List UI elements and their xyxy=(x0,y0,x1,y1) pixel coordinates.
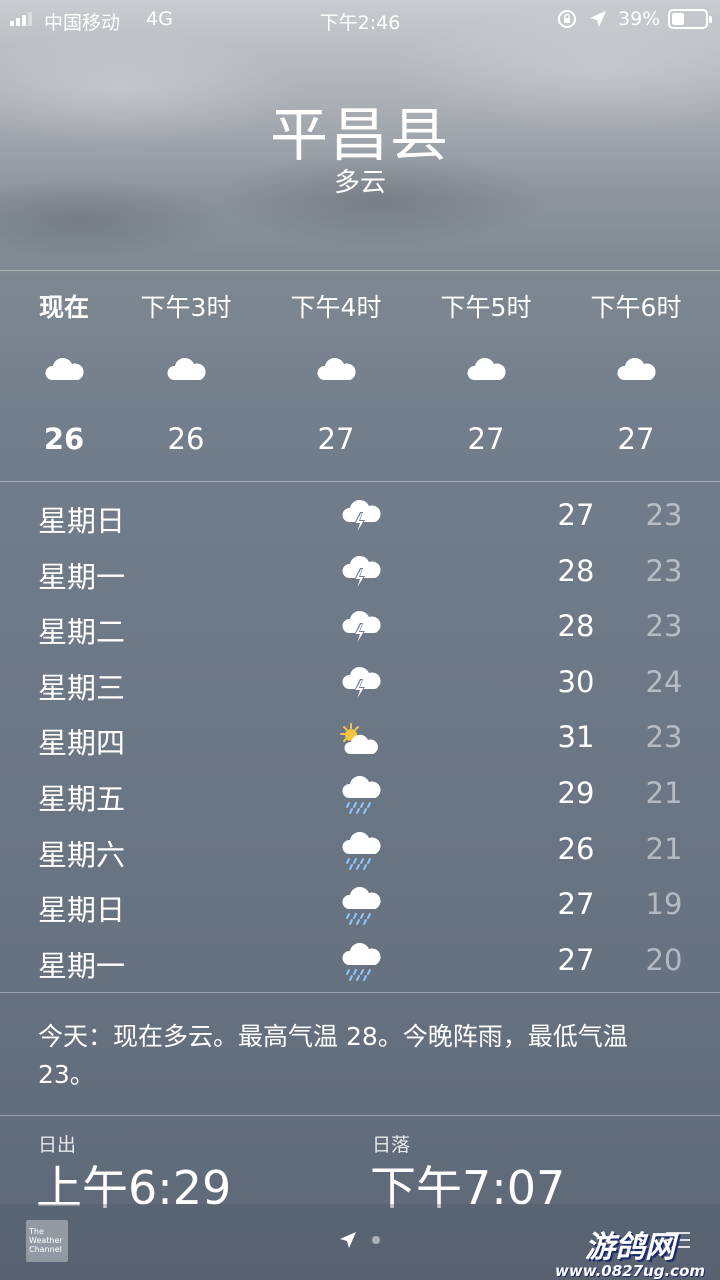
high-temperature: 30 xyxy=(557,665,595,699)
weather-channel-logo[interactable]: The Weather Channel xyxy=(26,1220,68,1262)
high-temperature: 28 xyxy=(557,609,595,643)
watermark-title: 游鸽网 xyxy=(585,1230,675,1265)
day-name: 星期六 xyxy=(38,838,126,872)
day-name: 星期二 xyxy=(38,615,126,649)
low-temperature: 19 xyxy=(645,887,683,921)
status-bar: 中国移动 4G 下午2:46 39% xyxy=(0,0,720,40)
high-temperature: 27 xyxy=(557,498,595,532)
low-temperature: 23 xyxy=(645,609,683,643)
low-temperature: 24 xyxy=(645,665,683,699)
low-temperature: 21 xyxy=(645,776,683,810)
battery-percent: 39% xyxy=(618,8,661,30)
hourly-temperature: 27 xyxy=(617,422,655,456)
page-indicator-dot[interactable] xyxy=(372,1236,380,1244)
divider xyxy=(0,1115,720,1116)
low-temperature: 23 xyxy=(645,554,683,588)
day-name: 星期四 xyxy=(38,726,126,760)
current-condition: 多云 xyxy=(333,168,386,198)
site-watermark: 游鸽网 www.0827ug.com xyxy=(540,1222,720,1280)
high-temperature: 31 xyxy=(557,720,595,754)
high-temperature: 28 xyxy=(557,554,595,588)
battery-fill xyxy=(672,13,684,25)
thunderstorm-icon xyxy=(336,498,384,538)
low-temperature: 20 xyxy=(645,943,683,977)
hourly-temperature: 27 xyxy=(467,422,505,456)
cloud-icon xyxy=(616,354,656,384)
day-name: 星期三 xyxy=(38,671,126,705)
divider xyxy=(0,481,720,482)
high-temperature: 27 xyxy=(557,887,595,921)
hourly-time-label: 下午4时 xyxy=(290,293,382,322)
day-name: 星期日 xyxy=(38,893,126,927)
hourly-temperature: 26 xyxy=(167,422,205,456)
low-temperature: 21 xyxy=(645,832,683,866)
city-name: 平昌县 xyxy=(269,101,450,169)
high-temperature: 26 xyxy=(557,832,595,866)
thunderstorm-icon xyxy=(336,609,384,649)
day-name: 星期一 xyxy=(38,949,126,983)
cloud-icon xyxy=(316,354,356,384)
location-services-icon xyxy=(590,11,606,27)
hourly-time-label: 下午6时 xyxy=(590,293,682,322)
thunderstorm-icon xyxy=(336,554,384,594)
cloud-icon xyxy=(466,354,506,384)
hourly-temperature: 26 xyxy=(43,422,85,456)
status-time: 下午2:46 xyxy=(319,12,401,34)
rain-icon xyxy=(336,942,384,983)
cloud-icon xyxy=(166,354,206,384)
partly-sunny-icon xyxy=(336,720,384,760)
rain-icon xyxy=(336,831,384,872)
day-name: 星期五 xyxy=(38,782,126,816)
rain-icon xyxy=(336,775,384,816)
low-temperature: 23 xyxy=(645,498,683,532)
hourly-temperature: 27 xyxy=(317,422,355,456)
hourly-time-label: 下午5时 xyxy=(440,293,532,322)
high-temperature: 27 xyxy=(557,943,595,977)
day-name: 星期日 xyxy=(38,504,126,538)
thunderstorm-icon xyxy=(336,665,384,705)
divider xyxy=(0,992,720,993)
hourly-time-label: 下午3时 xyxy=(140,293,232,322)
today-summary: 今天：现在多云。最高气温 28。今晚阵雨，最低气温 23。 xyxy=(38,1022,628,1089)
high-temperature: 29 xyxy=(557,776,595,810)
rain-icon xyxy=(336,886,384,927)
battery-icon xyxy=(668,9,712,29)
low-temperature: 23 xyxy=(645,720,683,754)
rotation-lock-icon xyxy=(558,10,576,28)
day-name: 星期一 xyxy=(38,560,126,594)
cloud-icon xyxy=(44,354,84,384)
current-location-icon[interactable] xyxy=(338,1230,358,1250)
watermark-url: www.0827ug.com xyxy=(555,1262,705,1280)
